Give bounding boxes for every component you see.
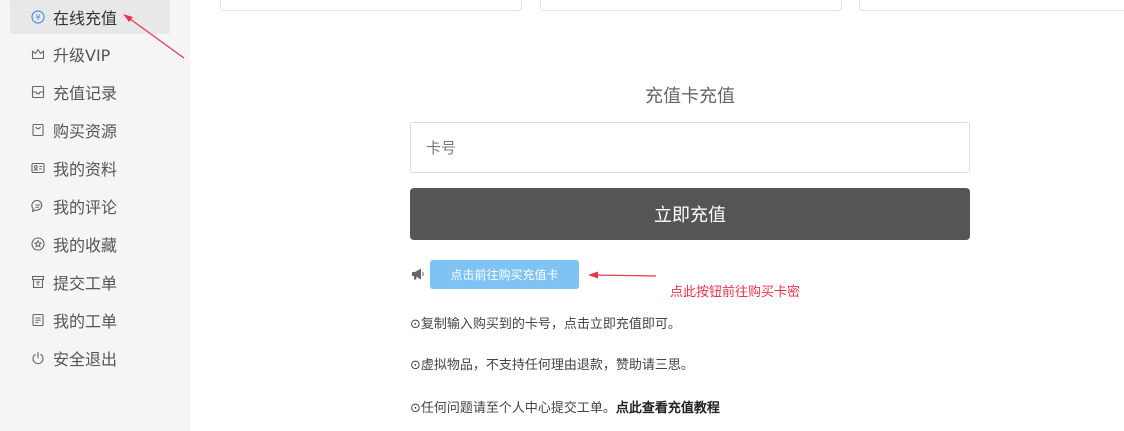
recharge-now-button[interactable]: 立即充值 (410, 188, 970, 240)
inbox-icon (31, 85, 45, 99)
sidebar-item-my-tickets[interactable]: 我的工单 (10, 303, 170, 337)
sidebar-item-label: 我的工单 (53, 312, 118, 331)
page-title: 充值卡充值 (645, 86, 735, 107)
recharge-tutorial-link[interactable]: 点此查看充值教程 (616, 401, 720, 416)
sidebar-item-purchased-resources[interactable]: 购买资源 (10, 113, 170, 147)
card-number-input[interactable] (410, 122, 970, 173)
shopping-bag-icon (31, 123, 45, 137)
crown-icon (31, 47, 45, 61)
sidebar-item-label: 购买资源 (53, 122, 118, 141)
ticket-icon (31, 275, 45, 289)
info-line-2: ⊙虚拟物品，不支持任何理由退款，赞助请三思。 (410, 358, 694, 373)
buy-recharge-card-button[interactable]: 点击前往购买充值卡 (430, 260, 579, 289)
sidebar-item-upgrade-vip[interactable]: 升级VIP (10, 37, 170, 71)
sidebar-item-submit-ticket[interactable]: 提交工单 (10, 265, 170, 299)
id-card-icon (31, 161, 45, 175)
sidebar-item-label: 安全退出 (53, 350, 118, 369)
sidebar-item-label: 在线充值 (53, 9, 118, 28)
sidebar-item-label: 我的收藏 (53, 236, 118, 255)
sidebar-item-my-profile[interactable]: 我的资料 (10, 151, 170, 185)
sidebar-item-logout[interactable]: 安全退出 (10, 341, 170, 375)
annotation-arrow-button (588, 271, 657, 279)
megaphone-icon (410, 266, 426, 282)
top-card-2[interactable] (540, 0, 842, 11)
sidebar-item-my-favorites[interactable]: 我的收藏 (10, 227, 170, 261)
info-line-1: ⊙复制输入购买到的卡号，点击立即充值即可。 (410, 317, 681, 332)
annotation-note: 点此按钮前往购买卡密 (670, 285, 801, 300)
sidebar-item-label: 我的资料 (53, 160, 118, 179)
sidebar-item-label: 提交工单 (53, 274, 118, 293)
sidebar: ¥ 在线充值 升级VIP 充值记录 购买资源 我的资料 我的评论 我的收藏 提交… (0, 0, 190, 431)
top-card-3[interactable] (859, 0, 1124, 11)
sidebar-item-recharge-records[interactable]: 充值记录 (10, 75, 170, 109)
sidebar-item-label: 我的评论 (53, 198, 118, 217)
document-icon (31, 313, 45, 327)
sidebar-item-online-recharge[interactable]: ¥ 在线充值 (10, 0, 170, 34)
info-line-3: ⊙任何问题请至个人中心提交工单。点此查看充值教程 (410, 401, 720, 416)
star-circle-icon (31, 237, 45, 251)
sidebar-item-my-comments[interactable]: 我的评论 (10, 189, 170, 223)
svg-text:¥: ¥ (35, 13, 40, 22)
yen-circle-icon: ¥ (31, 10, 45, 24)
sidebar-item-label: 升级VIP (53, 46, 111, 65)
chat-icon (31, 199, 45, 213)
power-icon (31, 351, 45, 365)
top-card-1[interactable] (220, 0, 522, 11)
sidebar-item-label: 充值记录 (53, 84, 118, 103)
